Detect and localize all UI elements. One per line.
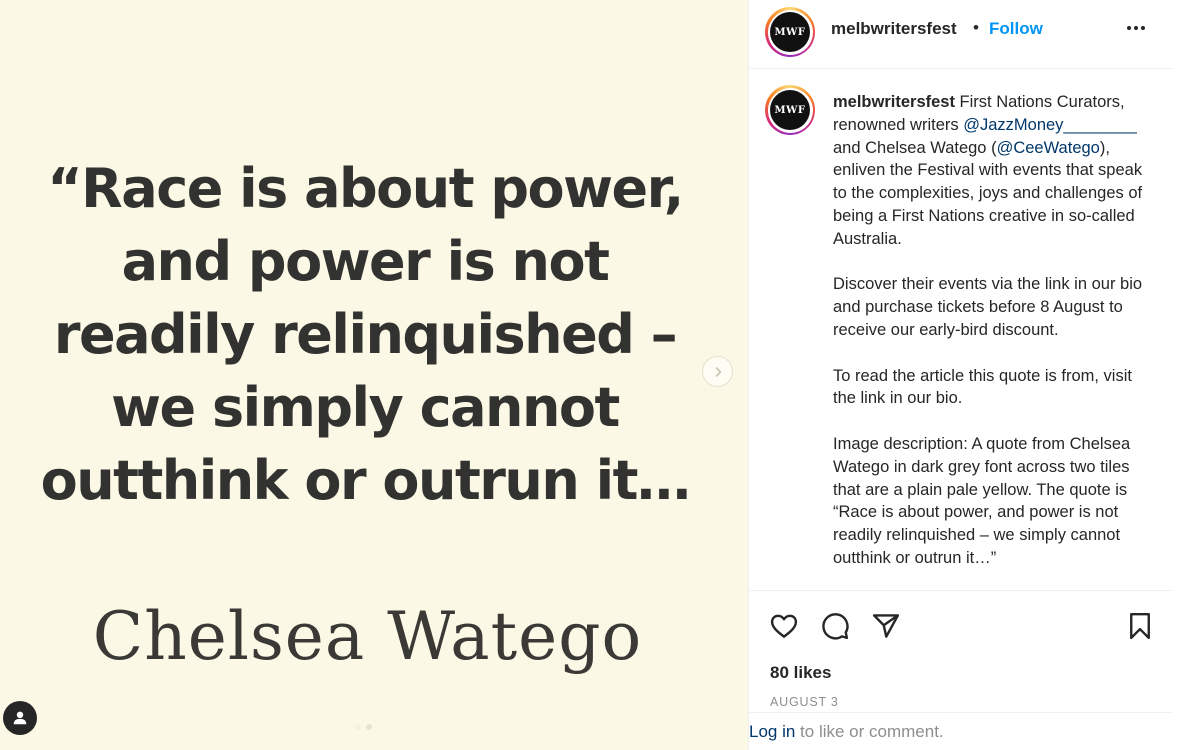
likes-count[interactable]: 80 likes	[770, 663, 831, 683]
user-tag-button[interactable]	[3, 701, 37, 735]
more-options-icon[interactable]	[1127, 26, 1145, 30]
caption-paragraph: Discover their events via the link in ou…	[833, 275, 1143, 339]
header-separator: •	[973, 18, 979, 37]
share-button[interactable]	[871, 611, 901, 641]
comments-scroll-area[interactable]: MWF melbwritersfest First Nations Curato…	[749, 70, 1173, 590]
avatar[interactable]: MWF	[765, 7, 815, 57]
heart-icon	[770, 614, 798, 638]
page-margin	[1172, 0, 1200, 750]
avatar-logo: MWF	[770, 12, 810, 52]
login-prompt: Log in to like or comment.	[749, 712, 1173, 750]
save-button[interactable]	[1125, 611, 1155, 641]
comment-icon	[822, 613, 849, 640]
mention-link[interactable]: @CeeWatego	[997, 139, 1100, 157]
carousel-dot	[366, 724, 372, 730]
caption-username[interactable]: melbwritersfest	[833, 93, 955, 111]
action-bar: 80 likes AUGUST 3	[749, 590, 1173, 712]
post-media[interactable]: “Race is about power, and power is not r…	[0, 0, 748, 750]
quote-line: readily relinquished –	[53, 303, 678, 366]
bookmark-icon	[1130, 612, 1150, 640]
quote-author: Chelsea Watego	[92, 598, 643, 675]
follow-button[interactable]: Follow	[989, 19, 1043, 39]
caption-paragraph: melbwritersfest First Nations Curators, …	[833, 93, 1143, 248]
like-button[interactable]	[769, 611, 799, 641]
post-date[interactable]: AUGUST 3	[770, 695, 839, 709]
quote-line: outthink or outrun it…	[40, 449, 691, 512]
comment-button[interactable]	[820, 611, 850, 641]
carousel-dot-active	[355, 724, 361, 730]
caption-avatar-logo: MWF	[770, 90, 810, 130]
header-username[interactable]: melbwritersfest	[831, 19, 957, 39]
post-details-panel: MWF melbwritersfest • Follow MWF melbwri…	[748, 0, 1173, 750]
quote-text: “Race is about power, and power is not r…	[20, 152, 710, 517]
share-icon	[872, 614, 900, 638]
next-slide-button[interactable]	[702, 356, 733, 387]
chevron-right-icon	[714, 366, 722, 377]
caption-paragraph: Image description: A quote from Chelsea …	[833, 434, 1131, 567]
carousel-indicator	[355, 724, 372, 730]
login-link[interactable]: Log in	[749, 722, 795, 741]
post-header: MWF melbwritersfest • Follow	[749, 0, 1173, 69]
quote-line: we simply cannot	[111, 376, 620, 439]
user-tag-icon	[13, 711, 27, 725]
quote-line: “Race is about power,	[47, 157, 684, 220]
login-prompt-text: to like or comment.	[795, 722, 944, 741]
quote-line: and power is not	[121, 230, 610, 293]
mention-link[interactable]: @JazzMoney________	[963, 116, 1137, 134]
caption-paragraph: To read the article this quote is from, …	[833, 366, 1132, 408]
post-caption: melbwritersfest First Nations Curators, …	[833, 91, 1143, 590]
caption-avatar[interactable]: MWF	[765, 85, 815, 135]
